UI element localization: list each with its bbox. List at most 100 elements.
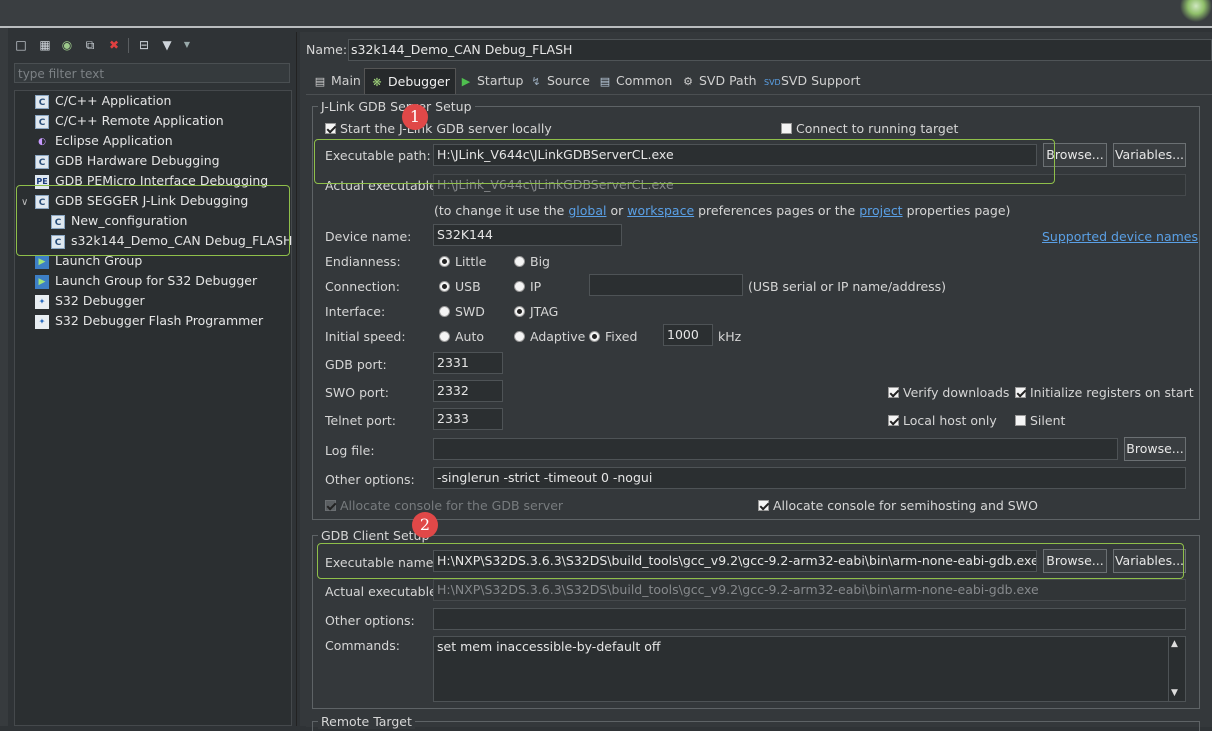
client-other-options-input[interactable] bbox=[433, 608, 1186, 630]
duplicate-icon[interactable]: ⧉ bbox=[83, 38, 97, 52]
c-app-icon: C bbox=[35, 154, 49, 169]
verify-downloads-checkbox[interactable]: Verify downloads bbox=[888, 385, 1009, 400]
chevron-down-icon[interactable]: ▼ bbox=[180, 38, 194, 52]
log-browse-button[interactable]: Browse... bbox=[1124, 437, 1186, 461]
workspace-link[interactable]: workspace bbox=[627, 203, 694, 218]
tab-label: SVD Support bbox=[781, 73, 861, 88]
server-other-options-input[interactable]: -singlerun -strict -timeout 0 -nogui bbox=[433, 467, 1186, 489]
radio-icon bbox=[514, 256, 525, 267]
alloc-semihosting-checkbox[interactable]: Allocate console for semihosting and SWO bbox=[758, 498, 1038, 513]
tree-item-launch-group-s32[interactable]: ▶ Launch Group for S32 Debugger bbox=[35, 271, 257, 291]
checkbox-icon bbox=[1015, 387, 1026, 398]
radio-label: JTAG bbox=[530, 304, 559, 319]
endian-big-radio[interactable]: Big bbox=[514, 254, 550, 269]
play-icon: ▶ bbox=[461, 75, 471, 88]
gdb-port-label: GDB port: bbox=[325, 357, 387, 372]
usb-serial-input[interactable] bbox=[589, 274, 743, 296]
c-app-icon: C bbox=[35, 94, 49, 109]
telnet-port-input[interactable]: 2333 bbox=[433, 408, 503, 430]
preferences-hint: (to change it use the global or workspac… bbox=[434, 203, 1010, 218]
tree-item-cpp-remote[interactable]: C C/C++ Remote Application bbox=[35, 111, 224, 131]
hint-text: preferences pages or the bbox=[698, 203, 856, 218]
tab-label: Main bbox=[331, 73, 361, 88]
annotation-box-tree bbox=[16, 185, 290, 256]
start-server-locally-checkbox[interactable]: Start the J-Link GDB server locally bbox=[325, 121, 552, 136]
radio-icon bbox=[514, 281, 525, 292]
iface-jtag-radio[interactable]: JTAG bbox=[514, 304, 558, 319]
tab-source[interactable]: ↯ Source bbox=[530, 68, 590, 94]
gdb-port-input[interactable]: 2331 bbox=[433, 352, 503, 374]
radio-label: Little bbox=[455, 254, 487, 269]
s32-icon: ✦ bbox=[35, 294, 49, 309]
server-variables-button[interactable]: Variables... bbox=[1113, 143, 1186, 167]
speed-adaptive-radio[interactable]: Adaptive bbox=[514, 329, 585, 344]
tab-main[interactable]: ▤ Main bbox=[314, 68, 361, 94]
delete-icon[interactable]: ✖ bbox=[107, 38, 121, 52]
tree-item-s32-debugger[interactable]: ✦ S32 Debugger bbox=[35, 291, 145, 311]
tab-debugger[interactable]: ❋ Debugger bbox=[364, 68, 456, 94]
initial-speed-label: Initial speed: bbox=[325, 329, 406, 344]
server-other-options-label: Other options: bbox=[325, 472, 415, 487]
tree-item-label: Eclipse Application bbox=[55, 133, 173, 148]
tree-item-s32-flash[interactable]: ✦ S32 Debugger Flash Programmer bbox=[35, 311, 263, 331]
window-top-strip bbox=[0, 0, 1212, 27]
checkbox-label: Silent bbox=[1030, 413, 1066, 428]
checkbox-icon bbox=[325, 123, 336, 134]
conn-usb-radio[interactable]: USB bbox=[439, 279, 481, 294]
radio-icon bbox=[439, 256, 450, 267]
speed-value-input[interactable]: 1000 bbox=[663, 324, 713, 346]
tree-item-gdb-hardware[interactable]: C GDB Hardware Debugging bbox=[35, 151, 220, 171]
radio-label: IP bbox=[530, 279, 542, 294]
tree-item-label: S32 Debugger bbox=[55, 293, 145, 308]
config-name-input[interactable]: s32k144_Demo_CAN Debug_FLASH bbox=[348, 39, 1212, 61]
init-registers-checkbox[interactable]: Initialize registers on start bbox=[1015, 385, 1194, 400]
device-name-input[interactable]: S32K144 bbox=[433, 224, 622, 246]
project-link[interactable]: project bbox=[859, 203, 902, 218]
iface-swd-radio[interactable]: SWD bbox=[439, 304, 485, 319]
source-icon: ↯ bbox=[531, 75, 541, 88]
s32-icon: ✦ bbox=[35, 314, 49, 329]
radio-label: Big bbox=[530, 254, 550, 269]
export-icon[interactable]: ◉ bbox=[60, 38, 74, 52]
svd-support-icon: SVD bbox=[764, 78, 781, 87]
conn-ip-radio[interactable]: IP bbox=[514, 279, 541, 294]
name-label: Name: bbox=[306, 42, 348, 57]
scroll-up-icon[interactable]: ▲ bbox=[1171, 639, 1178, 649]
tab-svd-support[interactable]: SVDSVD Support bbox=[764, 68, 861, 94]
collapse-all-icon[interactable]: ⊟ bbox=[137, 38, 151, 52]
tree-item-cpp-app[interactable]: C C/C++ Application bbox=[35, 91, 171, 111]
annotation-badge-2: 2 bbox=[412, 512, 438, 538]
local-host-only-checkbox[interactable]: Local host only bbox=[888, 413, 997, 428]
annotation-badge-1: 1 bbox=[402, 104, 428, 130]
tab-startup[interactable]: ▶ Startup bbox=[460, 68, 524, 94]
speed-unit-label: kHz bbox=[718, 329, 742, 344]
scroll-down-icon[interactable]: ▼ bbox=[1171, 688, 1178, 698]
tree-item-label: Launch Group for S32 Debugger bbox=[55, 273, 258, 288]
commands-textarea[interactable]: set mem inaccessible-by-default off bbox=[433, 636, 1186, 702]
tab-label: Startup bbox=[477, 73, 524, 88]
tab-common[interactable]: ▤ Common bbox=[599, 68, 673, 94]
filter-icon[interactable]: ▼ bbox=[160, 38, 174, 52]
new-prototype-icon[interactable]: ▦ bbox=[38, 38, 52, 52]
endian-little-radio[interactable]: Little bbox=[439, 254, 486, 269]
silent-checkbox[interactable]: Silent bbox=[1015, 413, 1065, 428]
filter-input[interactable]: type filter text bbox=[14, 63, 290, 83]
log-file-input[interactable] bbox=[433, 438, 1118, 460]
tree-item-label: GDB Hardware Debugging bbox=[55, 153, 220, 168]
swo-port-input[interactable]: 2332 bbox=[433, 380, 503, 402]
tab-svd-path[interactable]: ⚙ SVD Path bbox=[682, 68, 756, 94]
supported-devices-link[interactable]: Supported device names bbox=[1042, 229, 1198, 244]
new-config-icon[interactable]: □ bbox=[14, 38, 28, 52]
global-link[interactable]: global bbox=[568, 203, 606, 218]
interface-label: Interface: bbox=[325, 304, 386, 319]
speed-auto-radio[interactable]: Auto bbox=[439, 329, 484, 344]
alloc-gdb-console-checkbox[interactable]: Allocate console for the GDB server bbox=[325, 498, 563, 513]
checkbox-label: Start the J-Link GDB server locally bbox=[340, 121, 552, 136]
tree-item-eclipse-app[interactable]: ◐ Eclipse Application bbox=[35, 131, 173, 151]
tab-label: Source bbox=[547, 73, 590, 88]
speed-fixed-radio[interactable]: Fixed bbox=[589, 329, 637, 344]
annotation-box-exec-path bbox=[314, 139, 1055, 184]
connection-label: Connection: bbox=[325, 279, 400, 294]
connect-running-target-checkbox[interactable]: Connect to running target bbox=[781, 121, 958, 136]
radio-icon bbox=[439, 306, 450, 317]
